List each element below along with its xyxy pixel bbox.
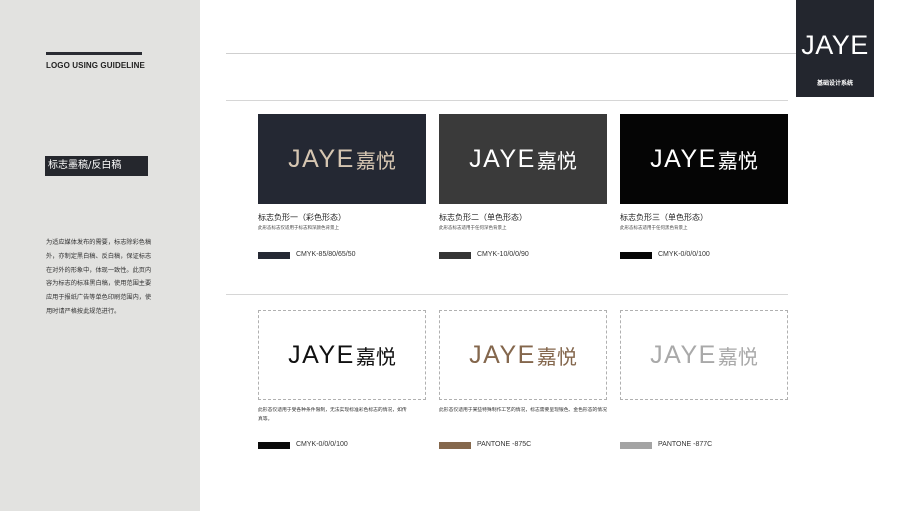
variant-subtitle: 此形态标志适用于任何深色背景上 <box>439 226 507 231</box>
jaye-logo: JAYE 嘉悦 <box>288 145 396 174</box>
logo-latin: JAYE <box>288 144 355 173</box>
top-divider <box>226 53 796 54</box>
logo-chinese: 嘉悦 <box>536 148 577 173</box>
color-swatch <box>439 442 471 449</box>
logo-latin: JAYE <box>469 144 536 173</box>
swatch-label: CMYK-85/80/65/50 <box>296 251 356 258</box>
swatch-label: CMYK-10/0/0/90 <box>477 251 529 258</box>
logo-chinese: 嘉悦 <box>717 344 758 369</box>
jaye-logo: JAYE 嘉悦 <box>650 341 758 370</box>
logo-chinese: 嘉悦 <box>355 344 396 369</box>
section-label: 标志墨稿/反白稿 <box>45 156 148 176</box>
section-description: 为适应媒体发布的需要，标志除彩色稿外，亦制定黑白稿、反白稿，保证标志在对外的形象… <box>46 239 152 315</box>
negative-logo-card-1: JAYE 嘉悦 <box>258 114 426 204</box>
swatch-label: PANTONE -875C <box>477 441 532 448</box>
swatch-label: CMYK-0/0/0/100 <box>658 251 710 258</box>
variant-subtitle: 此形态标志仅适用于标志和深颜色背景上 <box>258 226 339 231</box>
swatch-label: CMYK-0/0/0/100 <box>296 441 348 448</box>
sidebar: LOGO USING GUIDELINE 标志墨稿/反白稿 为适应媒体发布的需要… <box>0 0 200 511</box>
sidebar-title: LOGO USING GUIDELINE <box>46 61 145 70</box>
jaye-logo: JAYE 嘉悦 <box>469 341 577 370</box>
variant-subtitle: 此形态标志适用于任何黑色背景上 <box>620 226 688 231</box>
header-divider <box>226 100 788 101</box>
logo-chinese: 嘉悦 <box>536 344 577 369</box>
jaye-logo: JAYE 嘉悦 <box>469 145 577 174</box>
brand-box: JAYE 基础设计系统 <box>796 0 874 97</box>
sidebar-accent-bar <box>46 52 142 55</box>
negative-logo-card-3: JAYE 嘉悦 <box>620 114 788 204</box>
logo-latin: JAYE <box>469 340 536 369</box>
logo-latin: JAYE <box>650 144 717 173</box>
usage-note: 此形态仅适用于受各种条件限制，无法实现标准彩色标志的情况，如传真等。 <box>258 408 407 422</box>
brand-logo: JAYE <box>801 30 869 60</box>
logo-chinese: 嘉悦 <box>717 148 758 173</box>
logo-latin: JAYE <box>650 340 717 369</box>
swatch-label: PANTONE -877C <box>658 441 713 448</box>
brand-subtitle: 基础设计系统 <box>816 80 853 87</box>
variant-title: 标志负形三（单色形态） <box>620 213 708 222</box>
variant-title: 标志负形二（单色形态） <box>439 213 527 222</box>
usage-note: 此形态仅适用于某些特殊制作工艺的情况，标志需要呈现银色、金色形态的情况 <box>439 408 607 413</box>
color-swatch <box>439 252 471 259</box>
color-swatch <box>258 442 290 449</box>
mono-logo-card-2: JAYE 嘉悦 <box>439 310 607 400</box>
negative-logo-card-2: JAYE 嘉悦 <box>439 114 607 204</box>
mono-logo-card-3: JAYE 嘉悦 <box>620 310 788 400</box>
color-swatch <box>620 252 652 259</box>
color-swatch <box>258 252 290 259</box>
logo-latin: JAYE <box>288 340 355 369</box>
logo-chinese: 嘉悦 <box>355 148 396 173</box>
color-swatch <box>620 442 652 449</box>
jaye-logo: JAYE 嘉悦 <box>650 145 758 174</box>
middle-divider <box>226 294 788 295</box>
mono-logo-card-1: JAYE 嘉悦 <box>258 310 426 400</box>
jaye-logo: JAYE 嘉悦 <box>288 341 396 370</box>
variant-title: 标志负形一（彩色形态） <box>258 213 346 222</box>
